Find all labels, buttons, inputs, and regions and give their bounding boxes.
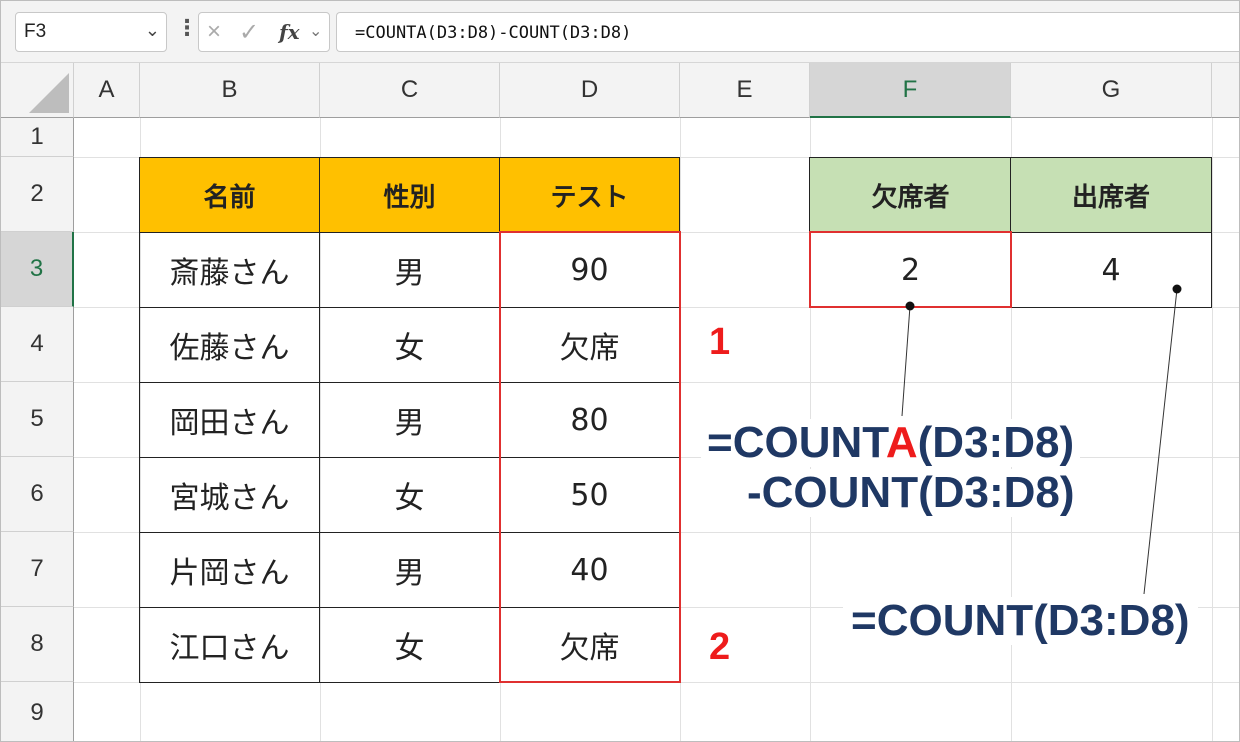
leader-line-g3 xyxy=(1143,288,1178,595)
table-cell-name[interactable]: 佐藤さん xyxy=(139,307,320,383)
row-header-7[interactable]: 7 xyxy=(1,532,74,607)
table-cell-gender[interactable]: 女 xyxy=(319,457,500,533)
formula-text-part: (D3:D8) xyxy=(917,418,1075,467)
table-header-gender[interactable]: 性別 xyxy=(319,157,500,233)
select-all-corner[interactable] xyxy=(1,63,74,118)
row-header-9[interactable]: 9 xyxy=(1,682,74,741)
row-header-6[interactable]: 6 xyxy=(1,457,74,532)
range-highlight-d3-d8 xyxy=(499,231,681,683)
marker-1: 1 xyxy=(709,321,731,363)
formula-annotation-counta: =COUNTA(D3:D8) xyxy=(701,418,1081,467)
formula-bar: F3 ⌄ ⋮ × ✓ fx ⌄ =COUNTA(D3:D8)-COUNT(D3:… xyxy=(1,1,1239,63)
excel-window: F3 ⌄ ⋮ × ✓ fx ⌄ =COUNTA(D3:D8)-COUNT(D3:… xyxy=(0,0,1240,742)
formula-buttons: × ✓ fx ⌄ xyxy=(198,12,330,52)
column-header-b[interactable]: B xyxy=(140,63,320,118)
column-header-g[interactable]: G xyxy=(1011,63,1212,118)
chevron-down-icon[interactable]: ⌄ xyxy=(309,21,322,41)
table-cell-gender[interactable]: 男 xyxy=(319,382,500,458)
table-header-test[interactable]: テスト xyxy=(499,157,680,233)
formula-highlight-letter: A xyxy=(885,418,918,467)
table-cell-name[interactable]: 宮城さん xyxy=(139,457,320,533)
table-header-present[interactable]: 出席者 xyxy=(1010,157,1212,233)
row-header-2[interactable]: 2 xyxy=(1,157,74,232)
table-cell-name[interactable]: 江口さん xyxy=(139,607,320,683)
formula-input[interactable]: =COUNTA(D3:D8)-COUNT(D3:D8) xyxy=(336,12,1239,52)
cancel-icon[interactable]: × xyxy=(207,18,221,46)
formula-annotation-minus-count: -COUNT(D3:D8) xyxy=(741,469,1081,517)
column-header-e[interactable]: E xyxy=(680,63,810,118)
formula-annotation-count: =COUNT(D3:D8) xyxy=(843,597,1198,645)
table-header-absent[interactable]: 欠席者 xyxy=(809,157,1012,233)
row-header-1[interactable]: 1 xyxy=(1,118,74,157)
table-cell-name[interactable]: 岡田さん xyxy=(139,382,320,458)
column-header-h[interactable] xyxy=(1212,63,1239,118)
present-count-cell[interactable]: 4 xyxy=(1010,232,1212,308)
table-cell-name[interactable]: 片岡さん xyxy=(139,532,320,608)
column-header-f[interactable]: F xyxy=(810,63,1011,118)
table-cell-gender[interactable]: 男 xyxy=(319,532,500,608)
formula-text-part: =COUNT xyxy=(707,418,886,467)
row-header-8[interactable]: 8 xyxy=(1,607,74,682)
selected-cell-f3 xyxy=(809,231,1012,308)
column-header-c[interactable]: C xyxy=(320,63,500,118)
gridline xyxy=(1212,118,1213,741)
table-cell-gender[interactable]: 男 xyxy=(319,232,500,308)
leader-line-f3 xyxy=(901,305,911,417)
formula-text: =COUNTA(D3:D8)-COUNT(D3:D8) xyxy=(355,23,632,43)
row-header-5[interactable]: 5 xyxy=(1,382,74,457)
table-cell-name[interactable]: 斎藤さん xyxy=(139,232,320,308)
marker-2: 2 xyxy=(709,626,731,668)
select-all-triangle-icon xyxy=(29,73,69,113)
name-box-value: F3 xyxy=(24,21,47,42)
table-cell-gender[interactable]: 女 xyxy=(319,607,500,683)
name-box[interactable]: F3 ⌄ xyxy=(15,12,167,52)
more-options-icon[interactable]: ⋮ xyxy=(176,15,198,41)
row-header-4[interactable]: 4 xyxy=(1,307,74,382)
table-cell-gender[interactable]: 女 xyxy=(319,307,500,383)
enter-icon[interactable]: ✓ xyxy=(239,18,259,47)
column-header-a[interactable]: A xyxy=(74,63,140,118)
row-header-3[interactable]: 3 xyxy=(1,232,74,307)
table-header-name[interactable]: 名前 xyxy=(139,157,320,233)
column-header-d[interactable]: D xyxy=(500,63,680,118)
chevron-down-icon[interactable]: ⌄ xyxy=(145,20,160,41)
insert-function-icon[interactable]: fx xyxy=(279,20,300,44)
